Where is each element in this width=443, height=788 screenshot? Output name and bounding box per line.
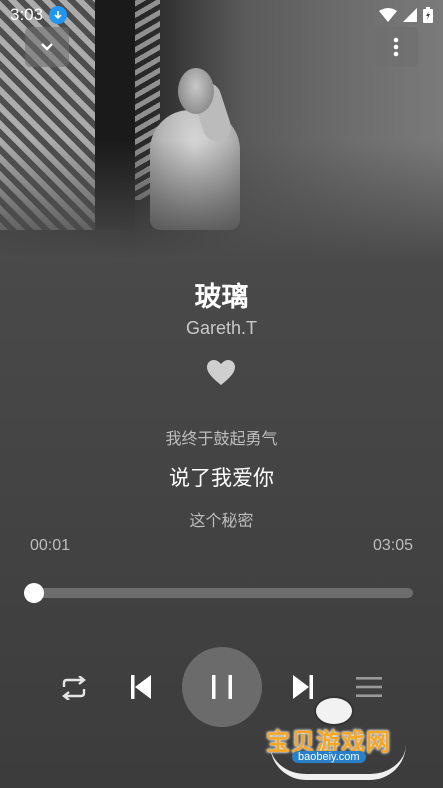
song-title: 玻璃 [194,282,249,313]
wifi-icon [379,8,397,22]
collapse-button[interactable] [25,27,69,67]
download-icon [49,6,68,24]
seek-bar-thumb[interactable] [23,583,44,603]
song-artist[interactable]: Gareth.T [0,318,443,339]
status-bar: 3:03 [0,0,443,30]
more-vertical-icon [393,37,399,57]
lyric-previous-line: 我终于鼓起勇气 [165,429,278,448]
artwork-person-head [178,68,214,114]
signal-icon [403,8,417,22]
elapsed-time: 00:01 [30,537,71,554]
lyric-next-line: 这个秘密 [189,511,254,530]
battery-icon [423,7,433,23]
lyric-current-line: 说了我爱你 [169,466,274,490]
status-time: 3:03 [10,5,44,24]
watermark-url: baobeiy.com [292,751,366,763]
status-icons [379,7,433,23]
previous-track-button[interactable] [124,670,158,704]
pause-icon [212,675,232,699]
seek-bar[interactable] [23,583,413,603]
repeat-icon [62,676,86,700]
repeat-button[interactable] [56,670,92,706]
heart-icon[interactable] [207,360,235,386]
skip-previous-icon [131,675,151,699]
artwork-fade [0,140,443,260]
watermark: 宝贝游戏网 baobeiy.com [262,694,412,784]
chevron-down-icon [41,43,53,51]
total-duration: 03:05 [372,537,413,554]
play-pause-button[interactable] [182,647,262,727]
more-options-button[interactable] [374,27,418,67]
